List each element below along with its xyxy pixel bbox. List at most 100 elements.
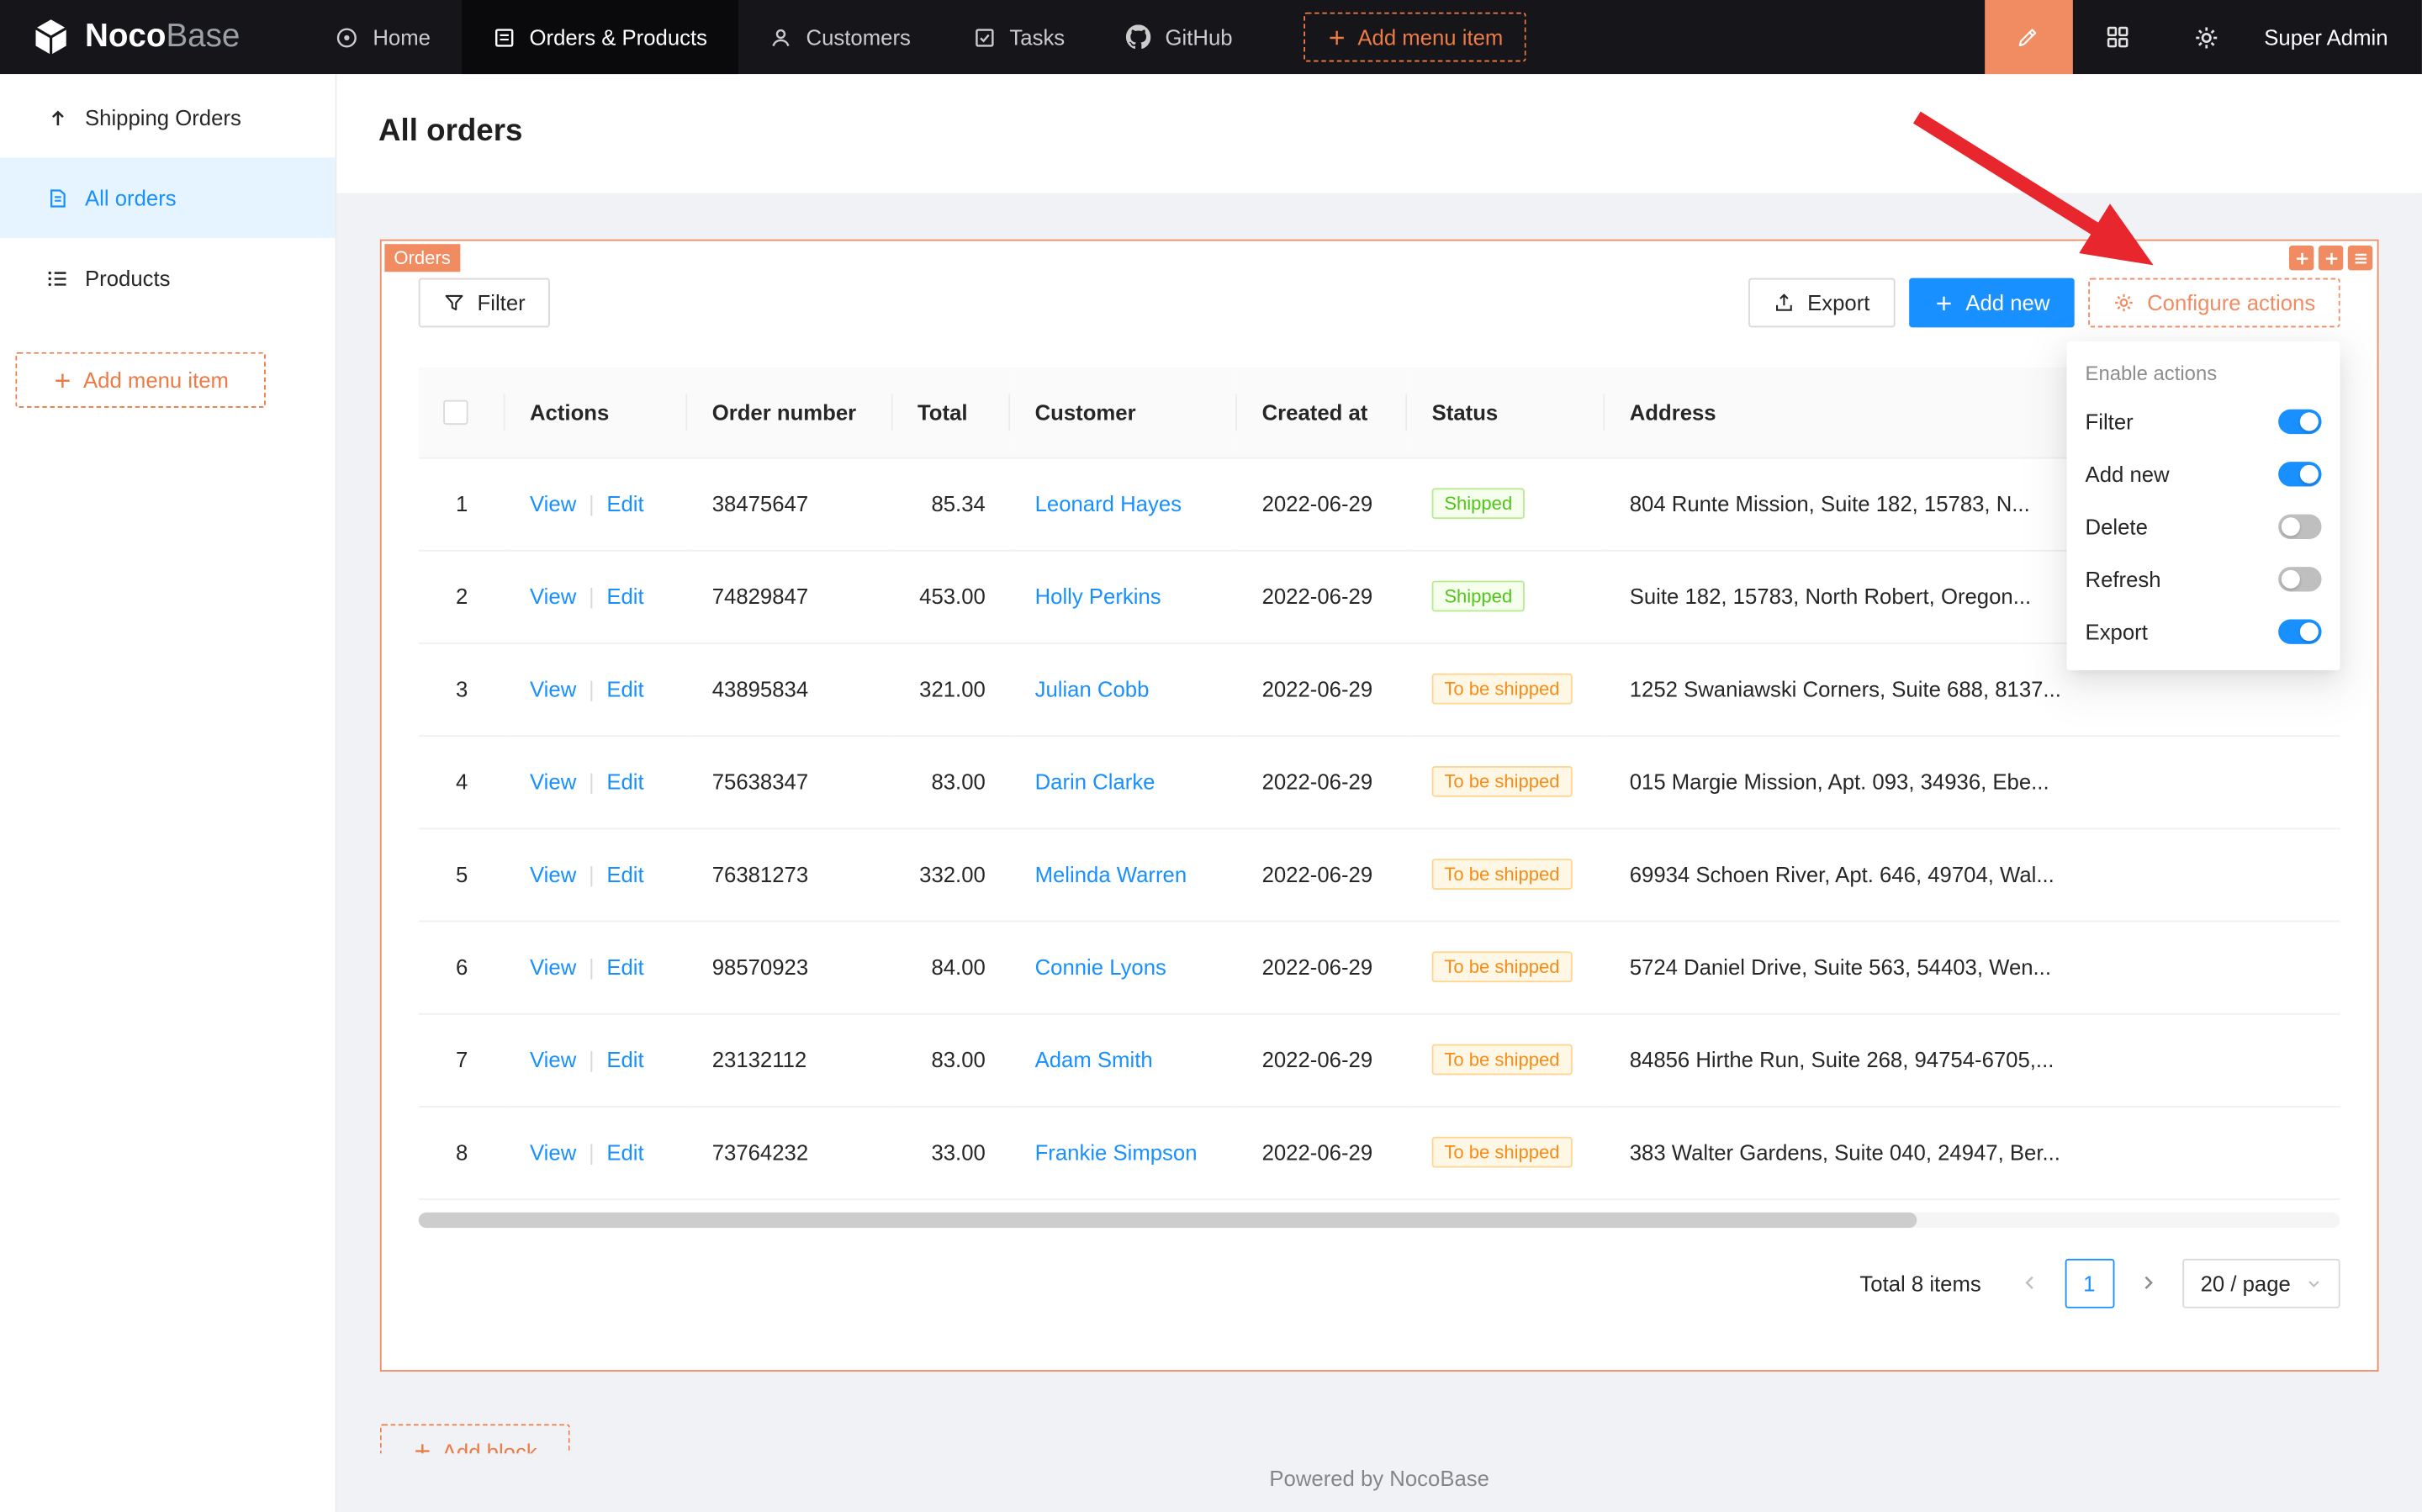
edit-link[interactable]: Edit <box>606 584 643 608</box>
total-cell: 83.00 <box>893 735 1011 827</box>
table-row: 2 View|Edit 74829847 453.00 Holly Perkin… <box>419 550 2340 642</box>
orders-file-icon <box>46 186 70 209</box>
customer-link[interactable]: Holly Perkins <box>1035 584 1161 608</box>
menu-item-home[interactable]: Home <box>305 0 462 74</box>
page-size-select[interactable]: 20 / page <box>2182 1258 2340 1308</box>
home-icon <box>336 25 359 49</box>
customer-link[interactable]: Leonard Hayes <box>1035 491 1182 515</box>
export-button-label: Export <box>1807 290 1869 315</box>
github-icon <box>1127 24 1151 49</box>
menu-item-tasks[interactable]: Tasks <box>942 0 1096 74</box>
status-cell: To be shipped <box>1407 642 1605 735</box>
export-toggle[interactable] <box>2278 620 2321 644</box>
block-menu-icon[interactable] <box>2348 246 2372 270</box>
actions-divider: | <box>589 862 595 886</box>
row-actions-cell: View|Edit <box>505 642 688 735</box>
block-drag-icon[interactable] <box>2289 246 2314 270</box>
menu-item-github[interactable]: GitHub <box>1096 0 1263 74</box>
ui-editor-button[interactable] <box>1985 0 2073 74</box>
customer-cell: Adam Smith <box>1010 1013 1237 1106</box>
sidebar-item-label: All orders <box>85 185 177 209</box>
plugins-button[interactable] <box>2073 0 2163 74</box>
add-menu-item-button-sidebar[interactable]: Add menu item <box>15 352 266 408</box>
edit-link[interactable]: Edit <box>606 862 643 886</box>
edit-link[interactable]: Edit <box>606 954 643 979</box>
view-link[interactable]: View <box>530 584 576 608</box>
select-all-header <box>419 367 505 457</box>
previous-page-button[interactable] <box>2009 1258 2052 1308</box>
scrollbar-thumb[interactable] <box>419 1212 1917 1227</box>
status-cell: To be shipped <box>1407 921 1605 1013</box>
row-actions-cell: View|Edit <box>505 1106 688 1198</box>
view-link[interactable]: View <box>530 769 576 794</box>
edit-link[interactable]: Edit <box>606 1047 643 1071</box>
customer-link[interactable]: Adam Smith <box>1035 1047 1153 1071</box>
view-link[interactable]: View <box>530 862 576 886</box>
view-link[interactable]: View <box>530 954 576 979</box>
created-at-cell: 2022-06-29 <box>1237 1106 1407 1198</box>
enable-action-delete[interactable]: Delete <box>2067 500 2340 552</box>
add-new-button[interactable]: Add new <box>1908 278 2074 328</box>
enable-action-label: Filter <box>2086 410 2134 434</box>
row-actions-cell: View|Edit <box>505 735 688 827</box>
row-index: 2 <box>419 550 505 642</box>
enable-action-label: Delete <box>2086 515 2148 539</box>
configure-actions-button[interactable]: Configure actions <box>2088 278 2340 328</box>
enable-action-add-new[interactable]: Add new <box>2067 448 2340 500</box>
status-badge: To be shipped <box>1432 766 1573 797</box>
column-header-created-at: Created at <box>1237 367 1407 457</box>
menu-item-orders-products[interactable]: Orders & Products <box>462 0 738 74</box>
view-link[interactable]: View <box>530 1139 576 1164</box>
add-block-label: Add block <box>442 1439 537 1453</box>
next-page-button[interactable] <box>2126 1258 2169 1308</box>
menu-item-customers[interactable]: Customers <box>738 0 942 74</box>
view-link[interactable]: View <box>530 1047 576 1071</box>
customer-link[interactable]: Melinda Warren <box>1035 862 1187 886</box>
row-index: 8 <box>419 1106 505 1198</box>
nocobase-logo[interactable]: NocoBase <box>0 0 271 74</box>
block-insert-icon[interactable] <box>2319 246 2343 270</box>
customer-link[interactable]: Darin Clarke <box>1035 769 1155 794</box>
enable-action-filter[interactable]: Filter <box>2067 395 2340 447</box>
created-at-cell: 2022-06-29 <box>1237 457 1407 550</box>
select-all-checkbox[interactable] <box>443 400 468 425</box>
filter-button[interactable]: Filter <box>419 278 550 328</box>
sidebar: Shipping Orders All orders Products Add … <box>0 74 336 1512</box>
settings-button[interactable] <box>2162 0 2252 74</box>
enable-actions-dropdown: Enable actions Filter Add new Delete Ref… <box>2067 341 2340 670</box>
page-number-button[interactable]: 1 <box>2065 1258 2114 1308</box>
customer-link[interactable]: Julian Cobb <box>1035 676 1150 700</box>
total-cell: 85.34 <box>893 457 1011 550</box>
enable-action-export[interactable]: Export <box>2067 605 2340 658</box>
customer-cell: Darin Clarke <box>1010 735 1237 827</box>
filter-toggle[interactable] <box>2278 410 2321 434</box>
add-block-button[interactable]: Add block <box>380 1424 570 1453</box>
edit-link[interactable]: Edit <box>606 491 643 515</box>
view-link[interactable]: View <box>530 676 576 700</box>
sidebar-item-all-orders[interactable]: All orders <box>0 157 336 238</box>
horizontal-scrollbar[interactable] <box>419 1212 2340 1227</box>
enable-action-label: Add new <box>2086 462 2170 486</box>
row-actions-cell: View|Edit <box>505 457 688 550</box>
edit-link[interactable]: Edit <box>606 676 643 700</box>
enable-action-refresh[interactable]: Refresh <box>2067 553 2340 605</box>
customer-cell: Melinda Warren <box>1010 827 1237 920</box>
current-user-menu[interactable]: Super Admin <box>2252 24 2422 49</box>
column-header-order-number: Order number <box>687 367 892 457</box>
delete-toggle[interactable] <box>2278 515 2321 539</box>
add-new-toggle[interactable] <box>2278 462 2321 486</box>
refresh-toggle[interactable] <box>2278 567 2321 591</box>
sidebar-item-products[interactable]: Products <box>0 238 336 319</box>
total-cell: 84.00 <box>893 921 1011 1013</box>
list-icon <box>46 267 70 290</box>
sidebar-item-shipping-orders[interactable]: Shipping Orders <box>0 77 336 158</box>
customer-link[interactable]: Frankie Simpson <box>1035 1139 1198 1164</box>
edit-link[interactable]: Edit <box>606 769 643 794</box>
view-link[interactable]: View <box>530 491 576 515</box>
customer-link[interactable]: Connie Lyons <box>1035 954 1166 979</box>
add-menu-item-button-top[interactable]: Add menu item <box>1304 13 1526 62</box>
total-cell: 321.00 <box>893 642 1011 735</box>
configure-actions-label: Configure actions <box>2147 290 2315 315</box>
edit-link[interactable]: Edit <box>606 1139 643 1164</box>
export-button[interactable]: Export <box>1748 278 1895 328</box>
